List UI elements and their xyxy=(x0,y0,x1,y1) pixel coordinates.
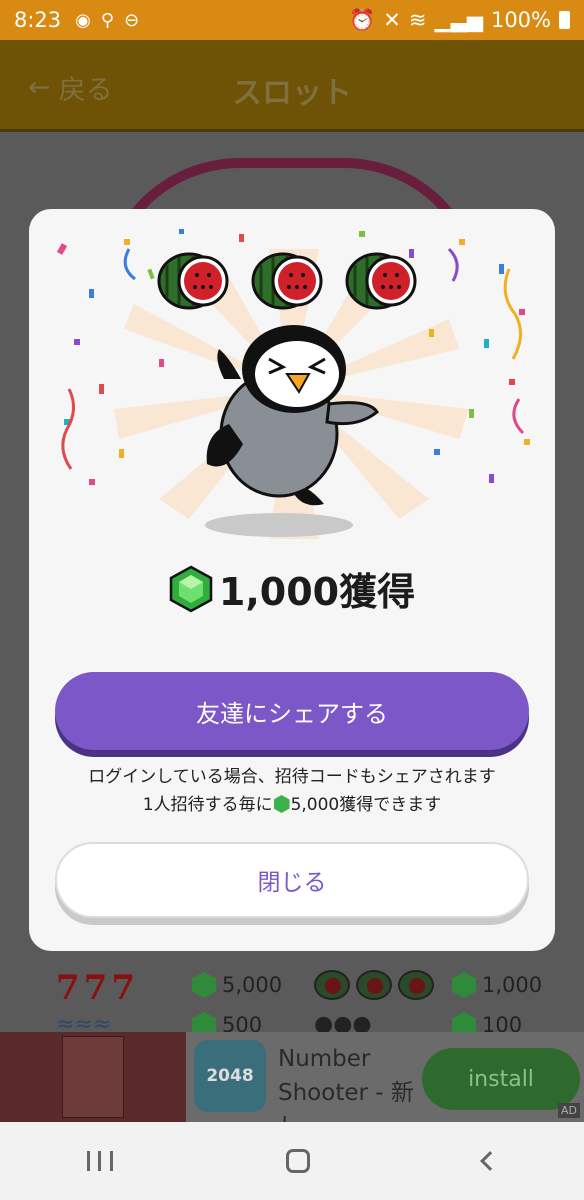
mute-icon: ✕ xyxy=(383,8,401,32)
install-button[interactable]: install xyxy=(422,1048,580,1110)
ad-banner[interactable]: 2048 Number Shooter - 新し... install AD xyxy=(0,1032,584,1140)
dnd-icon: ⊖ xyxy=(124,9,140,31)
home-icon[interactable] xyxy=(285,1149,310,1173)
paytable-row: 777 xyxy=(56,968,139,1008)
close-button[interactable]: 閉じる xyxy=(55,842,529,918)
gem-icon xyxy=(192,972,216,998)
status-time: 8:23 xyxy=(14,8,62,32)
reward-amount: 1,000獲得 xyxy=(29,561,555,616)
gem-icon xyxy=(169,565,213,612)
watermelon-icon xyxy=(157,252,229,310)
status-bar: 8:23 ◉ ⚲ ⊖ ⏰ ✕ ≋ ▁▃▅ 100% xyxy=(0,0,584,40)
back-arrow-icon: ← xyxy=(28,72,51,103)
celebration-illustration xyxy=(56,229,530,539)
watermelon-symbols xyxy=(314,970,434,1000)
ad-tag: AD xyxy=(558,1103,580,1118)
watermelon-icon xyxy=(345,252,417,310)
wifi-icon: ≋ xyxy=(408,8,427,32)
battery-icon xyxy=(559,11,570,29)
paytable: 777 5,000 1,000 ≈≈≈ 500 ●●● 100 xyxy=(0,960,584,1040)
recents-icon[interactable] xyxy=(86,1151,113,1171)
invite-note: ログインしている場合、招待コードもシェアされます 1人招待する毎に 5,000獲得… xyxy=(29,763,555,819)
alarm-icon: ⏰ xyxy=(349,7,376,32)
gem-icon xyxy=(273,795,290,813)
system-nav-bar xyxy=(0,1122,584,1200)
watermelon-row xyxy=(157,252,417,310)
watermelon-icon xyxy=(356,970,392,1000)
paytable-value-text: 1,000 xyxy=(482,973,543,997)
watermelon-icon xyxy=(314,970,350,1000)
watermelon-icon xyxy=(398,970,434,1000)
notification-icon: ◉ xyxy=(75,9,91,31)
paytable-value-text: 5,000 xyxy=(222,973,283,997)
invite-note-line1: ログインしている場合、招待コードもシェアされます xyxy=(88,767,496,787)
app-bar: ← 戻る スロット xyxy=(0,40,584,132)
signal-icon: ▁▃▅ xyxy=(434,8,483,32)
seven-symbol: 777 xyxy=(56,968,139,1008)
penguin-icon xyxy=(206,325,379,506)
page-title: スロット xyxy=(232,76,352,111)
ad-thumbnail[interactable] xyxy=(0,1032,186,1122)
reward-dialog: 1,000獲得 友達にシェアする ログインしている場合、招待コードもシェアされま… xyxy=(29,209,555,951)
reward-text: 1,000獲得 xyxy=(218,570,416,614)
invite-note-line2: 1人招待する毎に 5,000獲得できます xyxy=(142,795,442,815)
penguin-shadow xyxy=(205,513,353,537)
gem-icon xyxy=(452,972,476,998)
back-label: 戻る xyxy=(58,75,113,106)
battery-percent: 100% xyxy=(490,8,551,32)
watermelon-icon xyxy=(251,252,323,310)
location-icon: ⚲ xyxy=(100,9,115,31)
back-button[interactable]: ← 戻る xyxy=(28,68,113,107)
ad-app-icon[interactable]: 2048 xyxy=(194,1040,266,1112)
nav-back-icon[interactable] xyxy=(480,1151,501,1171)
paytable-value: 1,000 xyxy=(452,972,542,998)
share-with-friends-button[interactable]: 友達にシェアする xyxy=(55,672,529,750)
paytable-value: 5,000 xyxy=(192,972,282,998)
